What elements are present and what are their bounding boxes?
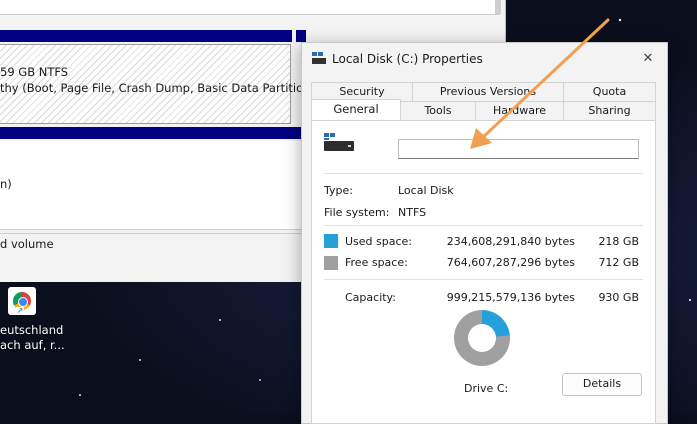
properties-dialog: Local Disk (C:) Properties ✕ Security Pr… — [301, 42, 668, 424]
divider — [324, 279, 643, 280]
volume-list-area — [0, 0, 500, 15]
filesystem-value: NTFS — [398, 206, 427, 219]
disk-header-bar — [0, 127, 306, 139]
partition-header-bar-2 — [296, 30, 306, 42]
tab-tools[interactable]: Tools — [400, 101, 476, 120]
tab-quota[interactable]: Quota — [563, 82, 656, 101]
type-label: Type: — [324, 184, 353, 197]
drive-label: Drive C: — [464, 382, 509, 395]
chrome-icon: ↗ — [8, 287, 36, 315]
capacity-gb: 930 GB — [598, 291, 639, 304]
legend-text: d volume — [0, 237, 54, 251]
filesystem-label: File system: — [324, 206, 390, 219]
partition-c[interactable]: 59 GB NTFS thy (Boot, Page File, Crash D… — [0, 44, 315, 124]
tab-previous-versions[interactable]: Previous Versions — [412, 82, 564, 101]
general-tab-panel: Type: Local Disk File system: NTFS Used … — [311, 120, 656, 424]
dialog-title: Local Disk (C:) Properties — [332, 52, 483, 66]
shortcut-label-line2: ach auf, r... — [0, 338, 65, 352]
free-space-gb: 712 GB — [598, 256, 639, 269]
drive-icon — [324, 133, 356, 157]
divider — [324, 225, 643, 226]
volume-label-input[interactable] — [398, 139, 639, 159]
tab-hardware[interactable]: Hardware — [475, 101, 564, 120]
free-space-bytes: 764,607,287,296 bytes — [446, 256, 575, 269]
legend-bar: d volume — [0, 233, 306, 252]
partition-size: 59 GB NTFS — [0, 65, 69, 79]
partition-status: thy (Boot, Page File, Crash Dump, Basic … — [0, 81, 315, 95]
used-space-label: Used space: — [345, 235, 413, 248]
tab-general[interactable]: General — [311, 99, 401, 120]
tab-sharing[interactable]: Sharing — [563, 101, 656, 120]
shortcut-arrow-icon: ↗ — [16, 306, 24, 315]
partition-header-bar — [0, 30, 292, 42]
free-space-label: Free space: — [345, 256, 408, 269]
used-space-gb: 218 GB — [598, 235, 639, 248]
disk-row-text: n) — [0, 177, 12, 191]
free-space-swatch — [324, 256, 338, 270]
disk-row[interactable]: n) — [0, 141, 306, 230]
close-button[interactable]: ✕ — [635, 46, 661, 72]
used-space-swatch — [324, 234, 338, 248]
type-value: Local Disk — [398, 184, 454, 197]
usage-donut-chart — [454, 310, 510, 366]
capacity-label: Capacity: — [345, 291, 396, 304]
shortcut-label-line1: eutschland — [0, 323, 64, 337]
details-button[interactable]: Details — [562, 373, 642, 396]
scrollbar[interactable] — [495, 0, 501, 14]
capacity-bytes: 999,215,579,136 bytes — [446, 291, 575, 304]
drive-title-icon — [312, 52, 326, 64]
title-bar[interactable]: Local Disk (C:) Properties ✕ — [302, 43, 667, 75]
divider — [324, 173, 643, 174]
used-space-bytes: 234,608,291,840 bytes — [446, 235, 575, 248]
